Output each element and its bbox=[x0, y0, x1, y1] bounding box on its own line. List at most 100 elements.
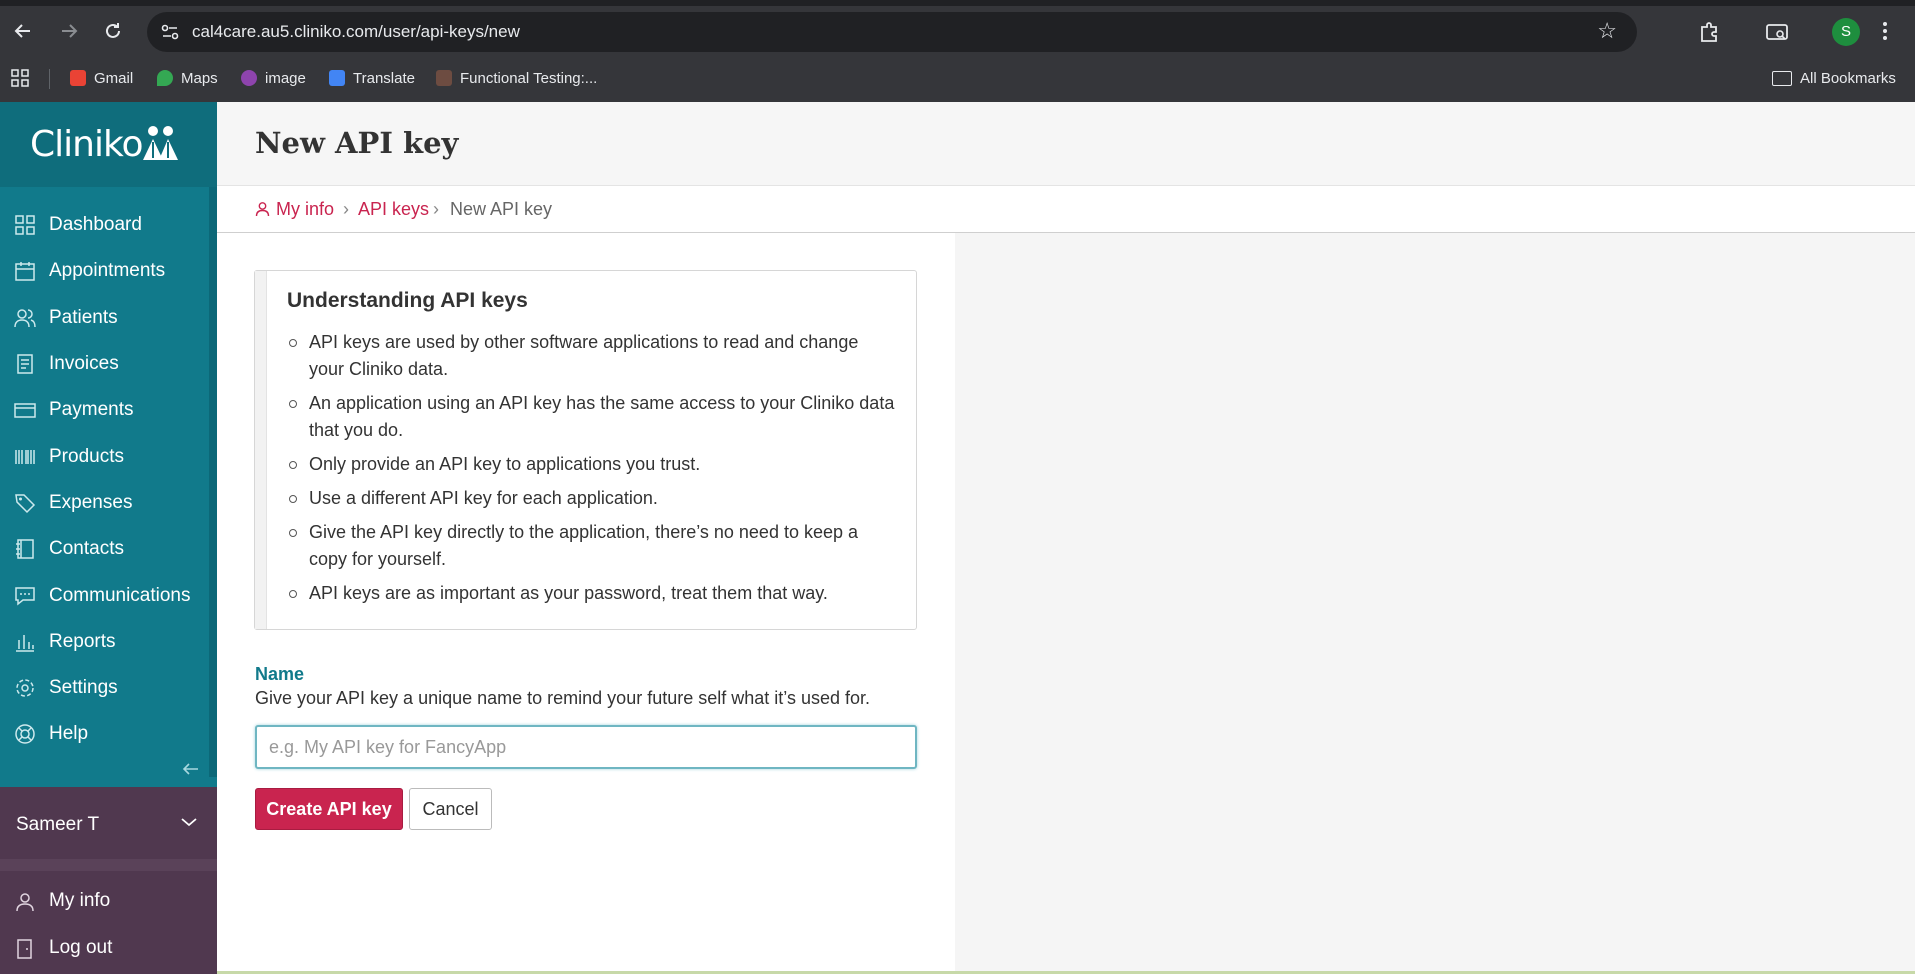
bookmark-gmail[interactable]: Gmail bbox=[70, 67, 133, 89]
main-content: New API key My info › API keys › New API… bbox=[217, 102, 1915, 974]
nav-log-out[interactable]: Log out bbox=[0, 934, 217, 964]
collapse-sidebar-icon[interactable] bbox=[180, 760, 200, 783]
name-label: Name bbox=[255, 664, 305, 684]
info-title: Understanding API keys bbox=[287, 289, 528, 312]
bookmark-functional-testing[interactable]: Functional Testing:... bbox=[436, 67, 597, 89]
list-item: API keys are as important as your passwo… bbox=[287, 580, 897, 607]
user-link-label: My info bbox=[49, 890, 111, 911]
forward-icon[interactable] bbox=[52, 14, 86, 48]
api-keys-info-box: Understanding API keys API keys are used… bbox=[254, 270, 917, 630]
calendar-icon bbox=[15, 262, 35, 282]
nav-help[interactable]: Help bbox=[0, 711, 209, 757]
all-bookmarks[interactable]: All Bookmarks bbox=[1772, 67, 1896, 89]
reload-icon[interactable] bbox=[96, 14, 130, 48]
url-text: cal4care.au5.cliniko.com/user/api-keys/n… bbox=[192, 22, 520, 41]
user-name[interactable]: Sameer T bbox=[16, 814, 99, 836]
nav-label: Invoices bbox=[49, 353, 119, 375]
bookmark-label: Gmail bbox=[94, 69, 134, 87]
bookmark-maps[interactable]: Maps bbox=[157, 67, 218, 89]
apps-grid-icon[interactable] bbox=[10, 67, 30, 89]
help-icon bbox=[15, 724, 35, 745]
user-panel: Sameer T My info Log out bbox=[0, 787, 217, 974]
profile-avatar[interactable]: S bbox=[1832, 18, 1860, 46]
bookmarks-divider bbox=[49, 69, 50, 89]
bookmarks-bar: Gmail Maps image Translate Functional Te… bbox=[0, 60, 1915, 94]
nav-label: Payments bbox=[49, 399, 134, 421]
patients-icon bbox=[14, 308, 36, 327]
nav-payments[interactable]: Payments bbox=[0, 387, 209, 433]
nav-label: Help bbox=[49, 723, 89, 745]
name-help-text: Give your API key a unique name to remin… bbox=[255, 688, 870, 708]
info-list: API keys are used by other software appl… bbox=[287, 329, 897, 614]
breadcrumb-api-keys[interactable]: API keys bbox=[358, 199, 429, 220]
gmail-icon bbox=[70, 70, 86, 86]
navigation-row: cal4care.au5.cliniko.com/user/api-keys/n… bbox=[0, 10, 1915, 52]
nav-appointments[interactable]: Appointments bbox=[0, 248, 209, 294]
list-item: API keys are used by other software appl… bbox=[287, 329, 897, 383]
tab-search-icon[interactable] bbox=[1762, 17, 1792, 47]
tag-icon bbox=[15, 494, 36, 513]
nav-dashboard[interactable]: Dashboard bbox=[0, 202, 209, 248]
nav-label: Reports bbox=[49, 630, 116, 652]
logo-text: Cliniko bbox=[30, 124, 144, 165]
main-nav: Dashboard Appointments Patients Invoices… bbox=[0, 202, 209, 758]
user-link-label: Log out bbox=[49, 937, 113, 958]
gear-icon bbox=[16, 679, 34, 697]
nav-communications[interactable]: Communications bbox=[0, 572, 209, 618]
list-item: Give the API key directly to the applica… bbox=[287, 519, 897, 573]
browser-toolbar: cal4care.au5.cliniko.com/user/api-keys/n… bbox=[0, 0, 1915, 102]
nav-patients[interactable]: Patients bbox=[0, 295, 209, 341]
right-pane bbox=[955, 233, 1915, 974]
nav-label: Dashboard bbox=[49, 214, 142, 236]
page-title: New API key bbox=[255, 126, 459, 160]
bookmark-translate[interactable]: Translate bbox=[329, 67, 415, 89]
nav-settings[interactable]: Settings bbox=[0, 665, 209, 711]
info-box-accent bbox=[255, 271, 267, 629]
breadcrumb: My info › API keys › New API key bbox=[217, 186, 1915, 233]
nav-products[interactable]: Products bbox=[0, 433, 209, 479]
api-key-name-input[interactable] bbox=[255, 725, 917, 769]
nav-reports[interactable]: Reports bbox=[0, 619, 209, 665]
breadcrumb-current: New API key bbox=[450, 199, 553, 219]
nav-label: Appointments bbox=[49, 260, 166, 282]
browser-menu-icon[interactable] bbox=[1880, 19, 1890, 45]
back-icon[interactable] bbox=[6, 14, 40, 48]
dashboard-icon bbox=[15, 215, 35, 235]
sidebar-scrollbar[interactable] bbox=[209, 187, 217, 777]
cancel-button[interactable]: Cancel bbox=[409, 788, 492, 830]
breadcrumb-my-info[interactable]: My info bbox=[276, 199, 334, 220]
extensions-icon[interactable] bbox=[1694, 17, 1724, 47]
nav-label: Patients bbox=[49, 306, 118, 328]
sidebar: Cliniko Dashboard Appointments Patients … bbox=[0, 102, 217, 974]
barcode-icon bbox=[15, 449, 35, 464]
nav-contacts[interactable]: Contacts bbox=[0, 526, 209, 572]
address-bar[interactable]: cal4care.au5.cliniko.com/user/api-keys/n… bbox=[147, 12, 1637, 52]
nav-label: Products bbox=[49, 445, 124, 467]
create-api-key-button[interactable]: Create API key bbox=[255, 788, 403, 830]
breadcrumb-separator: › bbox=[433, 199, 439, 219]
breadcrumb-separator: › bbox=[343, 199, 349, 219]
list-item: Use a different API key for each applica… bbox=[287, 485, 897, 512]
site-info-icon[interactable] bbox=[159, 21, 181, 43]
bookmark-image[interactable]: image bbox=[241, 67, 306, 89]
functional-testing-icon bbox=[436, 70, 452, 86]
nav-expenses[interactable]: Expenses bbox=[0, 480, 209, 526]
maps-icon bbox=[157, 70, 173, 86]
bookmark-star-icon[interactable]: ☆ bbox=[1597, 18, 1617, 44]
invoice-icon bbox=[17, 354, 33, 374]
user-divider bbox=[0, 859, 217, 871]
chevron-down-icon[interactable] bbox=[180, 815, 198, 833]
list-item: Only provide an API key to applications … bbox=[287, 451, 897, 478]
logo[interactable]: Cliniko bbox=[0, 102, 217, 187]
nav-label: Expenses bbox=[49, 491, 133, 513]
nav-label: Contacts bbox=[49, 538, 124, 560]
user-icon bbox=[16, 893, 34, 912]
tab-strip bbox=[0, 0, 1915, 6]
page-header: New API key bbox=[217, 102, 1915, 186]
nav-invoices[interactable]: Invoices bbox=[0, 341, 209, 387]
chat-icon bbox=[15, 586, 35, 606]
bookmark-label: Functional Testing:... bbox=[460, 69, 598, 87]
user-icon bbox=[255, 201, 270, 222]
nav-label: Settings bbox=[49, 677, 118, 699]
nav-my-info[interactable]: My info bbox=[0, 887, 217, 917]
